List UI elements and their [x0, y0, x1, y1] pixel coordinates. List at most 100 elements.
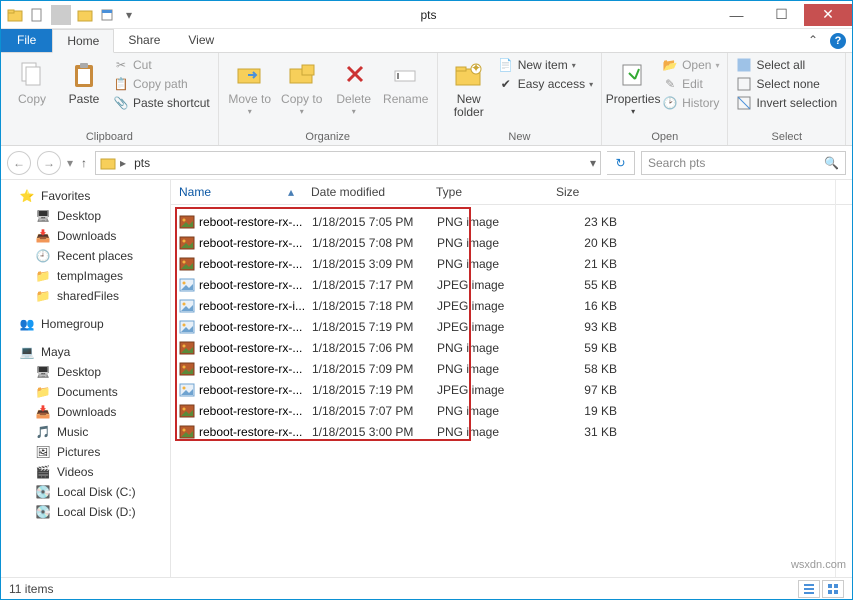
breadcrumb[interactable]: pts [130, 156, 154, 170]
rename-button[interactable]: Rename [383, 57, 429, 106]
file-row[interactable]: reboot-restore-rx-...1/18/2015 7:05 PMPN… [171, 211, 852, 232]
new-file-icon[interactable] [27, 5, 47, 25]
help-button[interactable]: ? [824, 29, 852, 52]
file-row[interactable]: reboot-restore-rx-...1/18/2015 7:08 PMPN… [171, 232, 852, 253]
column-type[interactable]: Type [428, 180, 548, 204]
file-row[interactable]: reboot-restore-rx-...1/18/2015 3:00 PMPN… [171, 421, 852, 442]
address-bar[interactable]: ▸ pts ▾ [95, 151, 601, 175]
easy-access-button[interactable]: ✔Easy access ▾ [498, 76, 593, 92]
refresh-button[interactable]: ↻ [607, 151, 635, 175]
file-size: 19 KB [557, 404, 647, 418]
details-view-button[interactable] [798, 580, 820, 598]
file-row[interactable]: reboot-restore-rx-i...1/18/2015 7:18 PMJ… [171, 295, 852, 316]
tab-share[interactable]: Share [114, 29, 174, 52]
file-row[interactable]: reboot-restore-rx-...1/18/2015 7:19 PMJP… [171, 379, 852, 400]
file-row[interactable]: reboot-restore-rx-...1/18/2015 7:06 PMPN… [171, 337, 852, 358]
select-group-label: Select [736, 130, 837, 143]
cut-button[interactable]: ✂Cut [113, 57, 210, 73]
chevron-right-icon[interactable]: ▸ [120, 156, 126, 170]
rename-icon [390, 59, 422, 91]
sidebar-item[interactable]: 🖥Desktop [1, 362, 170, 382]
recent-locations-icon[interactable]: ▾ [67, 156, 73, 170]
open-folder-icon[interactable] [75, 5, 95, 25]
sidebar-item[interactable]: 📁tempImages [1, 266, 170, 286]
tab-file[interactable]: File [1, 29, 52, 52]
copy-button[interactable]: Copy [9, 57, 55, 106]
address-dropdown-icon[interactable]: ▾ [590, 156, 596, 170]
file-row[interactable]: reboot-restore-rx-...1/18/2015 7:19 PMJP… [171, 316, 852, 337]
file-type: JPEG image [437, 320, 557, 334]
back-button[interactable]: ← [7, 151, 31, 175]
sidebar-item[interactable]: 📥Downloads [1, 402, 170, 422]
close-button[interactable]: ✕ [804, 4, 852, 26]
file-row[interactable]: reboot-restore-rx-...1/18/2015 3:09 PMPN… [171, 253, 852, 274]
open-button[interactable]: 📂Open ▾ [662, 57, 719, 73]
help-icon: ? [830, 33, 846, 49]
up-button[interactable]: ↑ [81, 156, 87, 170]
move-to-button[interactable]: Move to▾ [227, 57, 273, 117]
copy-path-button[interactable]: 📋Copy path [113, 76, 210, 92]
file-row[interactable]: reboot-restore-rx-...1/18/2015 7:07 PMPN… [171, 400, 852, 421]
column-headers: Name▴ Date modified Type Size [171, 180, 852, 205]
star-icon: ⭐ [19, 188, 35, 204]
properties-icon[interactable] [97, 5, 117, 25]
maximize-button[interactable]: ☐ [759, 4, 804, 26]
file-size: 23 KB [557, 215, 647, 229]
file-icon [179, 424, 195, 440]
open-group-label: Open [610, 130, 719, 143]
file-date: 1/18/2015 7:18 PM [312, 299, 437, 313]
icons-view-button[interactable] [822, 580, 844, 598]
ribbon-tabs: File Home Share View ⌃ ? [1, 29, 852, 53]
sidebar-item[interactable]: 💽Local Disk (D:) [1, 502, 170, 522]
nav-icon: 📥 [35, 404, 51, 420]
file-icon [179, 403, 195, 419]
qat-dropdown-icon[interactable]: ▾ [119, 5, 139, 25]
sidebar-item[interactable]: 📁sharedFiles [1, 286, 170, 306]
tab-view[interactable]: View [174, 29, 228, 52]
nav-bar: ← → ▾ ↑ ▸ pts ▾ ↻ Search pts 🔍 [1, 146, 852, 180]
sidebar-item[interactable]: 🖼Pictures [1, 442, 170, 462]
sidebar-computer[interactable]: 💻Maya [1, 342, 170, 362]
sidebar-item[interactable]: 📁Documents [1, 382, 170, 402]
file-row[interactable]: reboot-restore-rx-...1/18/2015 7:17 PMJP… [171, 274, 852, 295]
nav-icon: 💽 [35, 504, 51, 520]
new-folder-button[interactable]: ✦New folder [446, 57, 492, 119]
file-icon [179, 382, 195, 398]
nav-icon: 🖥 [35, 208, 51, 224]
homegroup-icon: 👥 [19, 316, 35, 332]
sidebar-item[interactable]: 🕘Recent places [1, 246, 170, 266]
svg-text:✦: ✦ [471, 61, 481, 75]
paste-shortcut-button[interactable]: 📎Paste shortcut [113, 95, 210, 111]
forward-button[interactable]: → [37, 151, 61, 175]
file-type: PNG image [437, 404, 557, 418]
sidebar-item[interactable]: 🖥Desktop [1, 206, 170, 226]
new-item-button[interactable]: 📄New item ▾ [498, 57, 593, 73]
column-date[interactable]: Date modified [303, 180, 428, 204]
properties-button[interactable]: Properties▾ [610, 57, 656, 117]
sidebar-item[interactable]: 💽Local Disk (C:) [1, 482, 170, 502]
paste-button[interactable]: Paste [61, 57, 107, 106]
minimize-button[interactable]: — [714, 4, 759, 26]
sidebar-item[interactable]: 🎬Videos [1, 462, 170, 482]
select-none-button[interactable]: Select none [736, 76, 837, 92]
edit-button[interactable]: ✎Edit [662, 76, 719, 92]
sidebar-homegroup[interactable]: 👥Homegroup [1, 314, 170, 334]
copy-to-button[interactable]: Copy to▾ [279, 57, 325, 117]
file-row[interactable]: reboot-restore-rx-...1/18/2015 7:09 PMPN… [171, 358, 852, 379]
invert-selection-button[interactable]: Invert selection [736, 95, 837, 111]
file-size: 93 KB [557, 320, 647, 334]
collapse-ribbon-icon[interactable]: ⌃ [802, 29, 824, 52]
sidebar-favorites[interactable]: ⭐Favorites [1, 186, 170, 206]
file-icon [179, 298, 195, 314]
file-date: 1/18/2015 3:09 PM [312, 257, 437, 271]
sidebar-item[interactable]: 🎵Music [1, 422, 170, 442]
tab-home[interactable]: Home [52, 29, 114, 53]
column-size[interactable]: Size [548, 180, 668, 204]
sidebar-item[interactable]: 📥Downloads [1, 226, 170, 246]
history-button[interactable]: 🕑History [662, 95, 719, 111]
column-name[interactable]: Name▴ [171, 180, 303, 204]
delete-button[interactable]: Delete▾ [331, 57, 377, 117]
search-input[interactable]: Search pts 🔍 [641, 151, 846, 175]
nav-icon: 📁 [35, 268, 51, 284]
select-all-button[interactable]: Select all [736, 57, 837, 73]
